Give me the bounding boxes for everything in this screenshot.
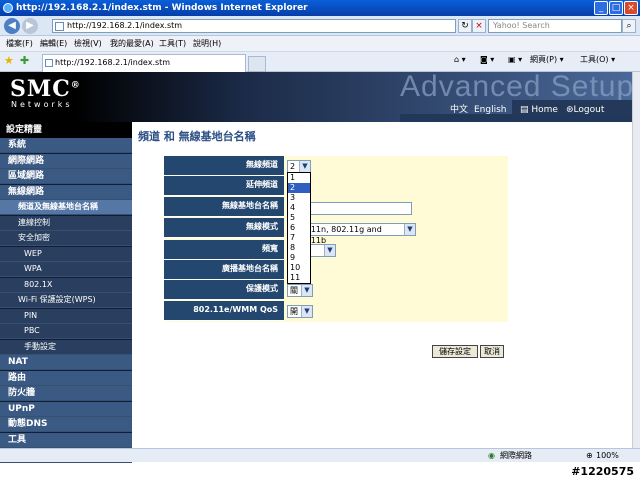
add-favorite-icon[interactable]: ✚ (20, 55, 29, 67)
tools-menu-button[interactable]: 工具(O) ▾ (580, 54, 615, 66)
wireless-mode-label: 無線模式 (164, 218, 284, 238)
sidebar-item[interactable]: 無線網路 (0, 184, 132, 200)
channel-option[interactable]: 9 (288, 253, 310, 263)
window-titlebar: http://192.168.2.1/index.stm - Windows I… (0, 0, 640, 16)
menu-file[interactable]: 檔案(F) (6, 39, 33, 49)
sidebar-item[interactable]: Wi-Fi 保護設定(WPS) (0, 293, 132, 308)
print-icon[interactable]: ▣ ▾ (508, 54, 522, 66)
ssid-broadcast-label: 廣播基地台名稱 (164, 260, 284, 280)
save-settings-button[interactable]: 儲存設定 (432, 345, 478, 358)
sidebar-item[interactable]: 安全加密 (0, 231, 132, 246)
sidebar-item[interactable]: 路由 (0, 370, 132, 386)
zone-text: 網際網路 (500, 451, 532, 460)
back-button[interactable]: ◀ (4, 18, 20, 34)
setup-wizard-link[interactable]: 設定精靈 (0, 122, 132, 138)
sidebar-item[interactable]: 系統 (0, 138, 132, 153)
home-toolbar-icon[interactable]: ⌂ ▾ (454, 54, 466, 66)
maximize-button[interactable]: □ (609, 1, 623, 15)
smc-logo-subtitle: Networks (11, 100, 73, 109)
sidebar-item[interactable]: 802.1X (0, 277, 132, 293)
bandwidth-label: 頻寬 (164, 240, 284, 260)
wmm-qos-select[interactable]: 開 ▼ (287, 305, 313, 318)
search-placeholder: Yahoo! Search (493, 21, 550, 30)
cancel-button[interactable]: 取消 (480, 345, 504, 358)
sidebar-item[interactable]: 防火牆 (0, 386, 132, 401)
channel-label: 無線頻道 (164, 156, 284, 176)
chevron-down-icon: ▼ (404, 224, 415, 235)
sidebar-item[interactable]: WPA (0, 262, 132, 277)
advanced-setup-banner: Advanced Setup (400, 70, 635, 103)
refresh-button[interactable]: ↻ (458, 19, 472, 33)
close-window-button[interactable]: × (624, 1, 638, 15)
menu-edit[interactable]: 編輯(E) (40, 39, 67, 49)
channel-option[interactable]: 10 (288, 263, 310, 273)
sidebar-item[interactable]: 區域網路 (0, 169, 132, 184)
sidebar-item[interactable]: 網際網路 (0, 153, 132, 169)
page-title: 頻道 和 無線基地台名稱 (138, 130, 256, 143)
forward-button[interactable]: ▶ (22, 18, 38, 34)
sidebar-item[interactable]: 連線控制 (0, 215, 132, 231)
vertical-scrollbar[interactable] (632, 72, 640, 448)
sidebar-item[interactable]: 動態DNS (0, 417, 132, 432)
minimize-button[interactable]: _ (594, 1, 608, 15)
chevron-down-icon: ▼ (301, 306, 312, 317)
tab-title: http://192.168.2.1/index.stm (55, 58, 171, 67)
sidebar-item[interactable]: PIN (0, 308, 132, 324)
zoom-icon[interactable]: ⊕ (586, 449, 593, 462)
header-strip (400, 114, 632, 122)
menu-tools[interactable]: 工具(T) (159, 39, 186, 49)
tab-page-icon (45, 59, 53, 67)
channel-option[interactable]: 6 (288, 223, 310, 233)
stop-button[interactable]: × (472, 19, 486, 33)
channel-option[interactable]: 2 (288, 183, 310, 193)
menu-help[interactable]: 說明(H) (193, 39, 221, 49)
smc-logo: SMC® (10, 76, 81, 102)
ie-logo-icon (3, 3, 13, 13)
address-input[interactable]: http://192.168.2.1/index.stm (52, 19, 456, 33)
channel-option[interactable]: 3 (288, 193, 310, 203)
channel-dropdown-list: 1 2 3 4 5 6 7 8 9 10 11 (287, 172, 311, 284)
sidebar-item[interactable]: 工具 (0, 432, 132, 448)
search-go-icon[interactable]: ⌕ (622, 19, 636, 33)
search-input[interactable]: Yahoo! Search (488, 19, 622, 33)
new-tab-button[interactable] (248, 56, 266, 72)
chevron-down-icon: ▼ (324, 245, 335, 256)
sidebar-item[interactable]: WEP (0, 246, 132, 262)
page-icon (55, 22, 64, 31)
chevron-down-icon: ▼ (301, 285, 312, 296)
channel-option[interactable]: 11 (288, 273, 310, 283)
sidebar-item[interactable]: PBC (0, 324, 132, 339)
sidebar-item[interactable]: 頻道及無線基地台名稱 (0, 200, 132, 215)
page-menu-button[interactable]: 網頁(P) ▾ (530, 54, 564, 66)
channel-option[interactable]: 4 (288, 203, 310, 213)
address-toolbar: ◀ ▶ http://192.168.2.1/index.stm ↻ × Yah… (0, 16, 640, 36)
sidebar-item[interactable]: NAT (0, 355, 132, 370)
favorites-star-icon[interactable]: ★ (4, 55, 14, 67)
ssid-label: 無線基地台名稱 (164, 197, 284, 217)
protection-mode-select[interactable]: 關 ▼ (287, 284, 313, 297)
zoom-level[interactable]: 100% (596, 449, 619, 462)
channel-option[interactable]: 5 (288, 213, 310, 223)
browser-tab[interactable]: http://192.168.2.1/index.stm (42, 54, 246, 72)
wmm-qos-label: 802.11e/WMM QoS (164, 301, 284, 321)
status-bar: ◉ 網際網路 ⊕ 100% (0, 448, 640, 462)
menu-view[interactable]: 檢視(V) (74, 39, 102, 49)
sidebar-item[interactable]: 手動設定 (0, 339, 132, 355)
feeds-icon[interactable]: ◙ ▾ (480, 54, 494, 66)
sidebar-item[interactable]: UPnP (0, 401, 132, 417)
channel-option[interactable]: 8 (288, 243, 310, 253)
extension-channel-label: 延伸頻道 (164, 176, 284, 196)
protection-mode-label: 保護模式 (164, 280, 284, 300)
internet-zone-icon: ◉ (488, 451, 495, 460)
menu-bar: 檔案(F) 編輯(E) 檢視(V) 我的最愛(A) 工具(T) 說明(H) (0, 36, 640, 52)
chevron-down-icon: ▼ (299, 161, 310, 172)
channel-option[interactable]: 7 (288, 233, 310, 243)
address-text: http://192.168.2.1/index.stm (67, 21, 183, 30)
channel-option[interactable]: 1 (288, 173, 310, 183)
image-id-watermark: #1220575 (571, 465, 634, 478)
window-title: http://192.168.2.1/index.stm - Windows I… (16, 3, 308, 13)
favorites-bar: ★ ✚ http://192.168.2.1/index.stm ⌂ ▾ ◙ ▾… (0, 52, 640, 72)
menu-favorites[interactable]: 我的最愛(A) (110, 39, 154, 49)
